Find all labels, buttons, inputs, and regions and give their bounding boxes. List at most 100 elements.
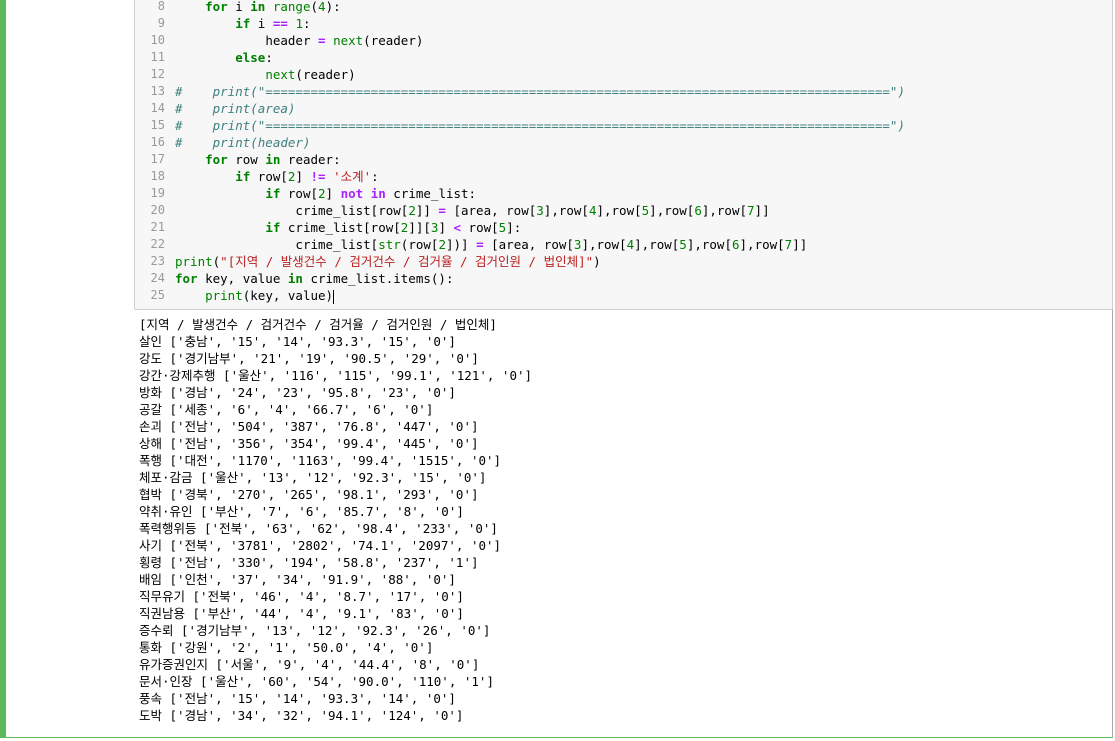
- code-token: in: [265, 152, 281, 167]
- output-line: 도박 ['경남', '34', '32', '94.1', '124', '0'…: [139, 708, 464, 723]
- code-line[interactable]: crime_list[str(row[2])] = [area, row[3],…: [175, 236, 807, 253]
- code-token: =: [318, 33, 326, 48]
- line-number: 15: [150, 118, 165, 132]
- code-token: (reader): [295, 67, 356, 82]
- line-number: 19: [150, 186, 165, 200]
- code-line[interactable]: if i == 1:: [175, 15, 311, 32]
- line-number: 11: [150, 50, 165, 64]
- code-token: 3: [536, 203, 544, 218]
- code-token: 2: [408, 203, 416, 218]
- code-token: else: [235, 50, 266, 65]
- output-line: 문서·인장 ['울산', '60', '54', '90.0', '110', …: [139, 674, 494, 689]
- output-line: 공갈 ['세종', '6', '4', '66.7', '6', '0']: [139, 402, 434, 417]
- code-token: 7: [747, 203, 755, 218]
- code-token: [area, row[: [445, 203, 537, 218]
- line-number: 22: [150, 237, 165, 251]
- code-token: 6: [694, 203, 702, 218]
- output-line: 강간·강제추행 ['울산', '116', '115', '99.1', '12…: [139, 368, 533, 383]
- code-token: if: [265, 186, 281, 201]
- code-token: (reader): [363, 33, 424, 48]
- code-line[interactable]: header = next(reader): [175, 32, 423, 49]
- output-line: 손괴 ['전남', '504', '387', '76.8', '447', '…: [139, 419, 479, 434]
- code-line[interactable]: # print(header): [175, 134, 310, 151]
- code-line[interactable]: if row[2] not in crime_list:: [175, 185, 476, 202]
- code-token: (key, value): [242, 288, 334, 303]
- code-token: =: [476, 237, 484, 252]
- code-token: =: [438, 203, 446, 218]
- code-line[interactable]: print(key, value): [175, 287, 335, 304]
- output-line: 체포·감금 ['울산', '13', '12', '92.3', '15', '…: [139, 470, 487, 485]
- code-editor[interactable]: 8 9 10 11 12 13 14 15 16 17 18 19 20 21 22 23 24 25 for i…: [134, 0, 1113, 310]
- code-token: next: [333, 33, 364, 48]
- code-line[interactable]: for i in range(4):: [175, 0, 341, 15]
- code-line[interactable]: # print("===============================…: [175, 117, 905, 134]
- code-token: row[: [461, 220, 499, 235]
- code-line[interactable]: for key, value in crime_list.items():: [175, 270, 453, 287]
- line-number: 25: [150, 288, 165, 302]
- code-line[interactable]: print("[지역 / 발생건수 / 검거건수 / 검거율 / 검거인원 / …: [175, 253, 601, 270]
- code-token: (: [310, 0, 319, 14]
- output-line: 약취·유인 ['부산', '7', '6', '85.7', '8', '0']: [139, 504, 464, 519]
- line-number: 18: [150, 169, 165, 183]
- output-line: 협박 ['경북', '270', '265', '98.1', '293', '…: [139, 487, 479, 502]
- code-token: ]: [325, 186, 341, 201]
- line-number: 16: [150, 135, 165, 149]
- output-line: 직권남용 ['부산', '44', '4', '9.1', '83', '0']: [139, 606, 464, 621]
- output-line: 폭행 ['대전', '1170', '1163', '99.4', '1515'…: [139, 453, 502, 468]
- text-cursor: [333, 289, 335, 304]
- code-token: str: [378, 237, 401, 252]
- code-token: ]]: [415, 203, 439, 218]
- output-line: 상해 ['전남', '356', '354', '99.4', '445', '…: [139, 436, 479, 451]
- code-token: reader:: [280, 152, 341, 167]
- code-line[interactable]: if crime_list[row[2]][3] < row[5]:: [175, 219, 521, 236]
- code-token: row[: [250, 169, 288, 184]
- code-line[interactable]: for row in reader:: [175, 151, 341, 168]
- line-number: 21: [150, 220, 165, 234]
- code-token: <: [453, 220, 462, 235]
- code-token: ]]: [754, 203, 770, 218]
- code-token: :: [265, 50, 273, 65]
- code-token: i: [227, 0, 251, 14]
- code-token: crime_list[row[: [295, 203, 409, 218]
- code-line[interactable]: else:: [175, 49, 273, 66]
- line-number: 14: [150, 101, 165, 115]
- line-number: 20: [150, 203, 165, 217]
- code-line[interactable]: # print(area): [175, 100, 295, 117]
- code-token: print: [205, 288, 243, 303]
- code-token: # print("===============================…: [175, 84, 905, 99]
- code-line[interactable]: crime_list[row[2]] = [area, row[3],row[4…: [175, 202, 770, 219]
- code-token: 4: [626, 237, 635, 252]
- code-token: if: [235, 16, 251, 31]
- code-token: [area, row[: [483, 237, 574, 252]
- code-token: :: [302, 16, 311, 31]
- notebook-code-cell[interactable]: 8 9 10 11 12 13 14 15 16 17 18 19 20 21 22 23 24 25 for i…: [0, 0, 1113, 738]
- line-number: 12: [150, 67, 165, 81]
- line-number: 8: [157, 0, 165, 13]
- code-token: ],row[: [543, 203, 589, 218]
- code-token: ],row[: [701, 203, 748, 218]
- line-number: 13: [150, 84, 165, 98]
- code-line[interactable]: if row[2] != '소계':: [175, 168, 378, 185]
- code-token: ],row[: [739, 237, 785, 252]
- code-token: not in: [340, 186, 386, 201]
- output-line: 폭력행위등 ['전북', '63', '62', '98.4', '233', …: [139, 521, 498, 536]
- line-number: 10: [150, 33, 165, 47]
- code-token: crime_list:: [385, 186, 477, 201]
- code-token: for: [175, 271, 198, 286]
- code-token: ])]: [445, 237, 477, 252]
- code-line[interactable]: # print("===============================…: [175, 83, 905, 100]
- code-token: ]: [438, 220, 454, 235]
- code-token: ==: [272, 16, 288, 31]
- code-token: header: [265, 33, 318, 48]
- code-token: in: [250, 0, 266, 14]
- code-token: 5: [679, 237, 687, 252]
- code-line[interactable]: next(reader): [175, 66, 356, 83]
